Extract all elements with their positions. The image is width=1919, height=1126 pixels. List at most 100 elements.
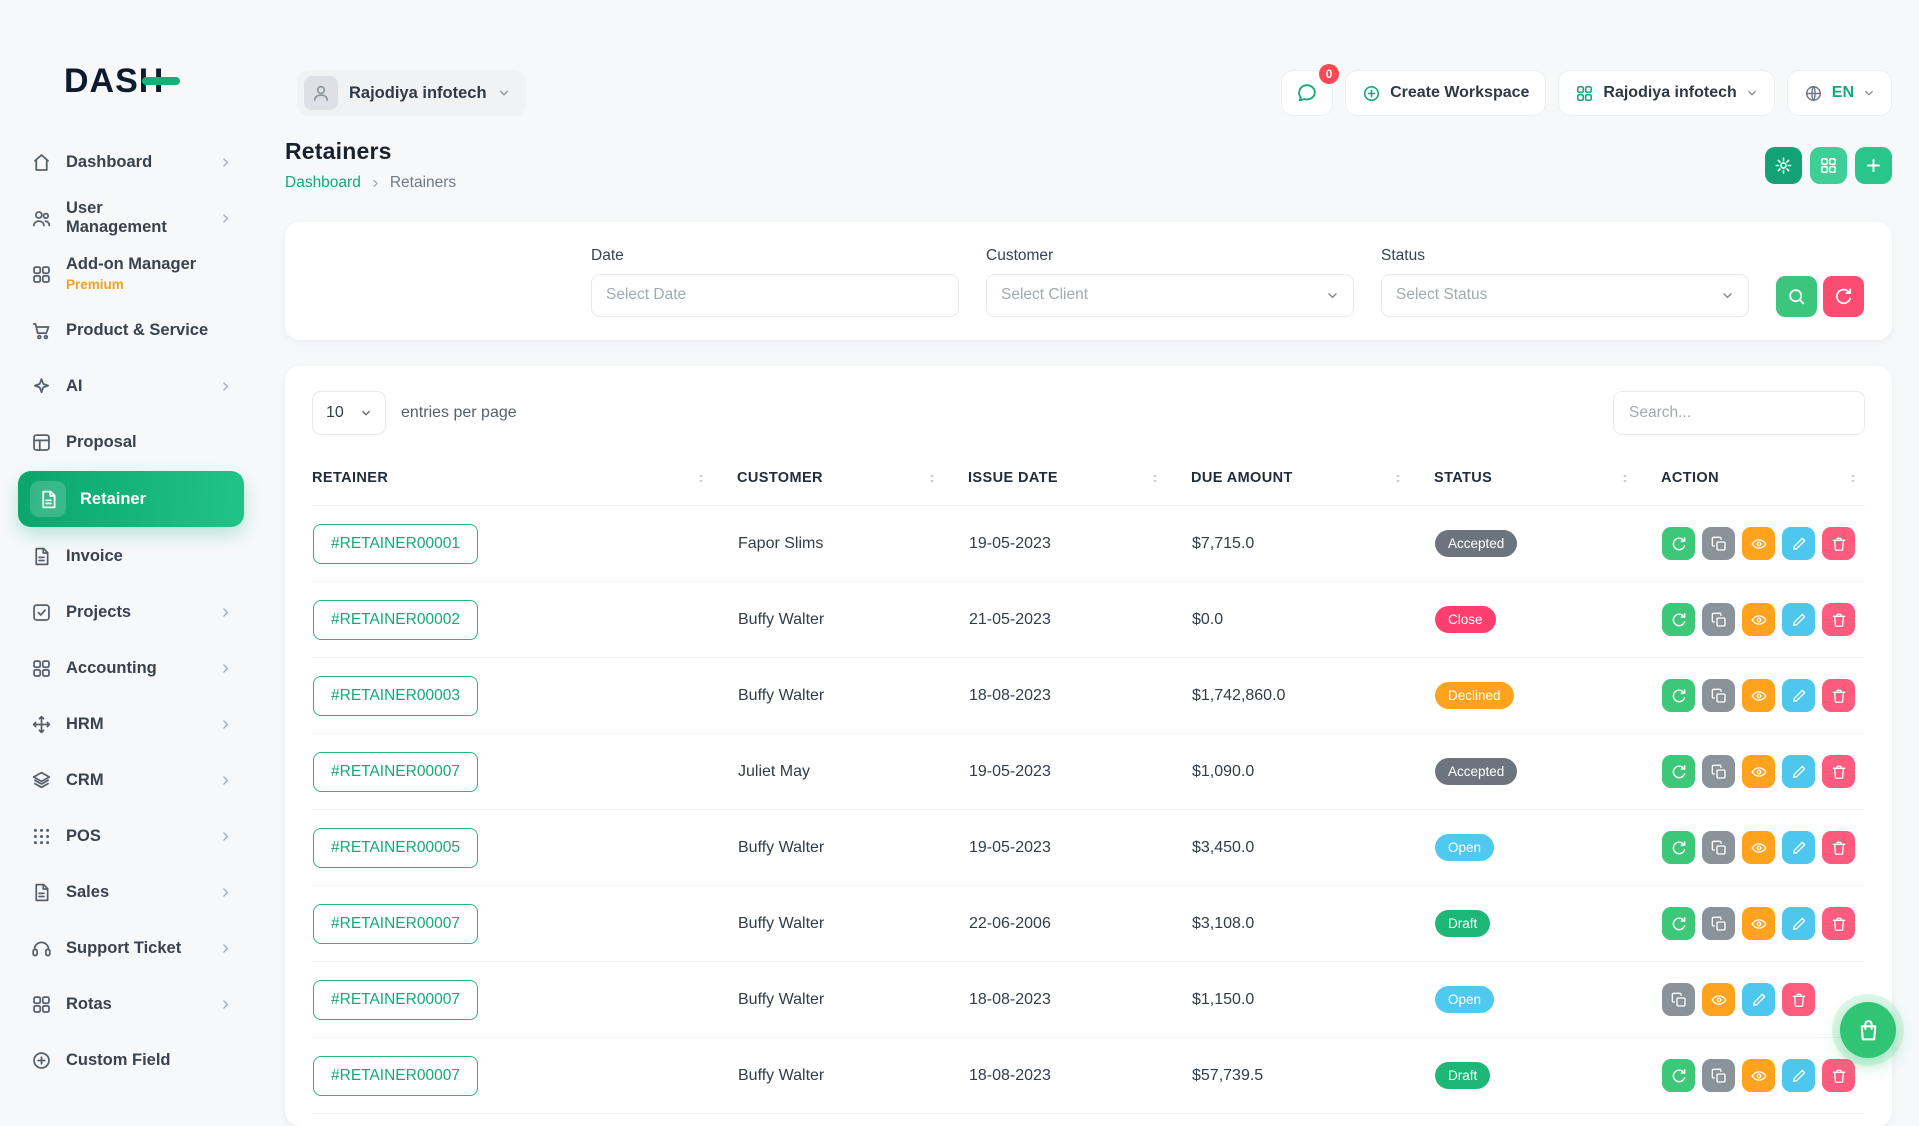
sidebar-item-sales[interactable]: Sales [18, 865, 244, 919]
column-header-status[interactable]: STATUS [1434, 470, 1661, 486]
convert-button[interactable] [1662, 907, 1695, 940]
convert-button[interactable] [1662, 755, 1695, 788]
edit-button[interactable] [1742, 983, 1775, 1016]
edit-button[interactable] [1782, 1059, 1815, 1092]
sidebar-item-addon-manager[interactable]: Add-on Manager Premium [18, 247, 244, 301]
convert-button[interactable] [1662, 679, 1695, 712]
retainer-number-button[interactable]: #RETAINER00003 [313, 676, 478, 716]
sidebar-item-product-service[interactable]: Product & Service [18, 303, 244, 357]
grid-view-button[interactable] [1810, 147, 1847, 184]
view-button[interactable] [1742, 603, 1775, 636]
retainer-number-button[interactable]: #RETAINER00001 [313, 524, 478, 564]
delete-button[interactable] [1822, 907, 1855, 940]
delete-button[interactable] [1822, 831, 1855, 864]
retainer-number-button[interactable]: #RETAINER00007 [313, 1056, 478, 1096]
sidebar-item-retainer[interactable]: Retainer [18, 471, 244, 527]
edit-button[interactable] [1782, 907, 1815, 940]
language-dropdown[interactable]: EN [1787, 70, 1892, 116]
sidebar-item-dashboard[interactable]: Dashboard [18, 135, 244, 189]
duplicate-button[interactable] [1702, 1059, 1735, 1092]
apply-filter-button[interactable] [1776, 276, 1817, 317]
column-header-retainer[interactable]: RETAINER [312, 470, 737, 486]
view-button[interactable] [1742, 527, 1775, 560]
duplicate-button[interactable] [1702, 603, 1735, 636]
workspace-dropdown[interactable]: Rajodiya infotech [1558, 70, 1774, 116]
sort-icon[interactable] [1392, 471, 1404, 486]
view-button[interactable] [1742, 1059, 1775, 1092]
sidebar-item-accounting[interactable]: Accounting [18, 641, 244, 695]
delete-button[interactable] [1822, 755, 1855, 788]
duplicate-button[interactable] [1702, 679, 1735, 712]
delete-button[interactable] [1782, 983, 1815, 1016]
edit-button[interactable] [1782, 527, 1815, 560]
customer-select[interactable]: Select Client [986, 274, 1354, 317]
column-header-customer[interactable]: CUSTOMER [737, 470, 968, 486]
duplicate-button[interactable] [1702, 907, 1735, 940]
retainer-number-button[interactable]: #RETAINER00005 [313, 828, 478, 868]
column-header-issue-date[interactable]: ISSUE DATE [968, 470, 1191, 486]
view-button[interactable] [1702, 983, 1735, 1016]
duplicate-button[interactable] [1702, 755, 1735, 788]
column-header-action[interactable]: ACTION [1661, 470, 1865, 486]
app-logo[interactable]: DASH [64, 62, 164, 101]
reset-filter-button[interactable] [1823, 276, 1864, 317]
sidebar-item-invoice[interactable]: Invoice [18, 529, 244, 583]
date-filter-input[interactable] [591, 274, 959, 317]
convert-button[interactable] [1662, 831, 1695, 864]
retainer-number-button[interactable]: #RETAINER00007 [313, 904, 478, 944]
column-header-due-amount[interactable]: DUE AMOUNT [1191, 470, 1434, 486]
view-button[interactable] [1742, 907, 1775, 940]
duplicate-button[interactable] [1702, 831, 1735, 864]
sidebar-item-support-ticket[interactable]: Support Ticket [18, 921, 244, 975]
account-dropdown[interactable]: Rajodiya infotech [297, 70, 526, 116]
entries-per-page-select[interactable]: 10 [312, 391, 386, 435]
sidebar-item-custom-field[interactable]: Custom Field [18, 1033, 244, 1087]
duplicate-button[interactable] [1662, 983, 1695, 1016]
delete-button[interactable] [1822, 679, 1855, 712]
messages-button[interactable]: 0 [1281, 70, 1333, 116]
convert-button[interactable] [1662, 527, 1695, 560]
sort-icon[interactable] [1149, 471, 1161, 486]
breadcrumb-dashboard-link[interactable]: Dashboard [285, 174, 361, 192]
sidebar-item-crm[interactable]: CRM [18, 753, 244, 807]
home-icon [30, 151, 52, 173]
sidebar-item-user-management[interactable]: User Management [18, 191, 244, 245]
retainer-number-button[interactable]: #RETAINER00007 [313, 752, 478, 792]
sort-icon[interactable] [1847, 471, 1859, 486]
view-button[interactable] [1742, 831, 1775, 864]
delete-button[interactable] [1822, 603, 1855, 636]
sidebar-item-pos[interactable]: POS [18, 809, 244, 863]
edit-button[interactable] [1782, 831, 1815, 864]
sidebar-item-hrm[interactable]: HRM [18, 697, 244, 751]
edit-button[interactable] [1782, 679, 1815, 712]
sidebar-item-ai[interactable]: AI [18, 359, 244, 413]
sidebar-item-rotas[interactable]: Rotas [18, 977, 244, 1031]
sidebar-item-proposal[interactable]: Proposal [18, 415, 244, 469]
retainer-number-button[interactable]: #RETAINER00007 [313, 980, 478, 1020]
due-amount-cell: $3,108.0 [1191, 886, 1434, 962]
duplicate-button[interactable] [1702, 527, 1735, 560]
settings-button[interactable] [1765, 147, 1802, 184]
list-controls: 10 entries per page [312, 391, 1865, 435]
copy-icon [1711, 612, 1727, 628]
sidebar-item-label: HRM [66, 715, 104, 734]
sort-icon[interactable] [1619, 471, 1631, 486]
sort-icon[interactable] [926, 471, 938, 486]
delete-button[interactable] [1822, 527, 1855, 560]
convert-button[interactable] [1662, 1059, 1695, 1092]
copy-icon [1711, 764, 1727, 780]
view-button[interactable] [1742, 755, 1775, 788]
convert-button[interactable] [1662, 603, 1695, 636]
edit-button[interactable] [1782, 603, 1815, 636]
retainer-number-button[interactable]: #RETAINER00002 [313, 600, 478, 640]
cart-fab-button[interactable] [1840, 1002, 1896, 1058]
edit-button[interactable] [1782, 755, 1815, 788]
status-select[interactable]: Select Status [1381, 274, 1749, 317]
sidebar-item-projects[interactable]: Projects [18, 585, 244, 639]
create-retainer-button[interactable] [1855, 147, 1892, 184]
table-search-input[interactable] [1613, 391, 1865, 435]
sort-icon[interactable] [695, 471, 707, 486]
create-workspace-button[interactable]: Create Workspace [1345, 70, 1546, 116]
delete-button[interactable] [1822, 1059, 1855, 1092]
view-button[interactable] [1742, 679, 1775, 712]
